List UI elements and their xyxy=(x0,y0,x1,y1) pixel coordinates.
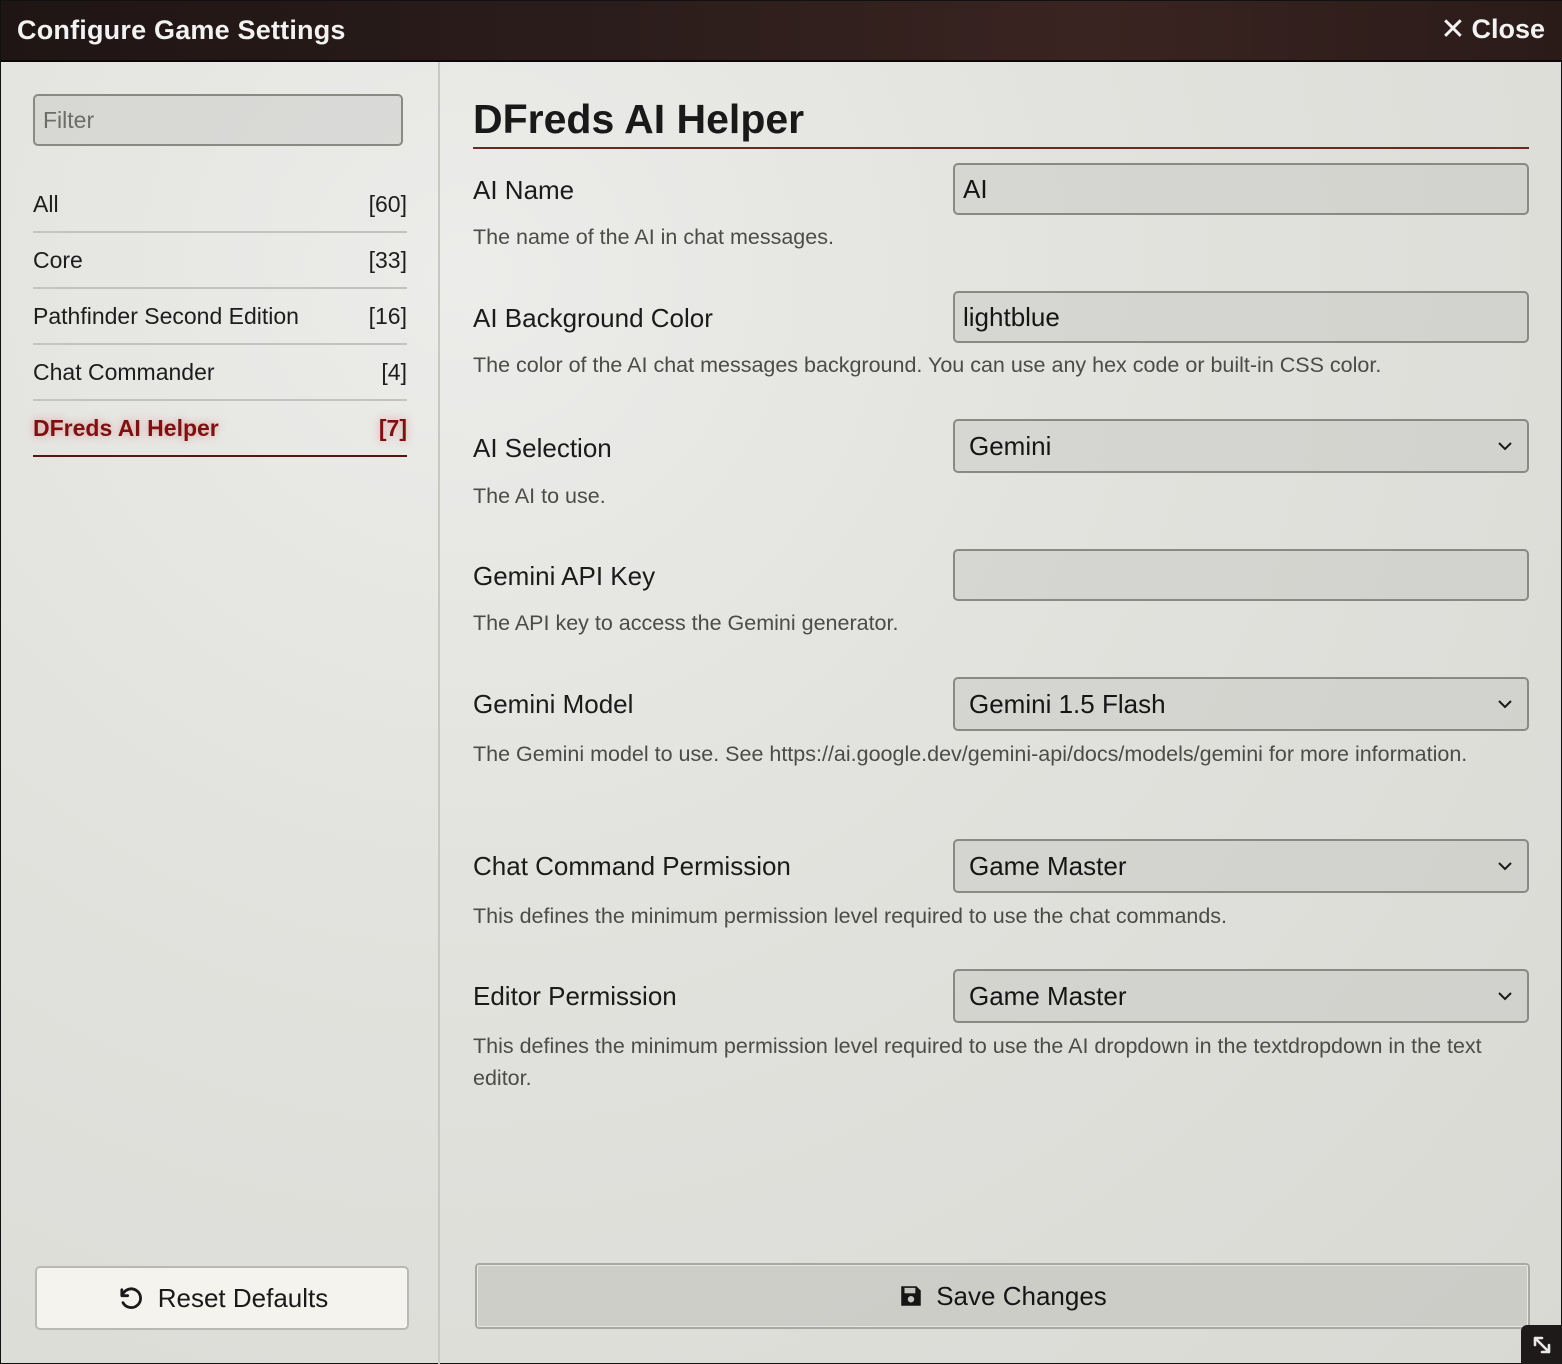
gemini-api-key-input[interactable] xyxy=(953,549,1529,601)
category-label: Chat Commander xyxy=(33,358,215,385)
settings-panel: DFreds AI Helper AI Name The name of the… xyxy=(473,62,1529,1364)
category-item-core[interactable]: Core [33] xyxy=(33,233,407,289)
setting-label: Gemini Model xyxy=(473,689,634,719)
setting-hint: The color of the AI chat messages backgr… xyxy=(473,353,1382,377)
category-count: [7] xyxy=(378,414,407,441)
reset-defaults-button[interactable]: Reset Defaults xyxy=(35,1266,409,1330)
category-item-chat-commander[interactable]: Chat Commander [4] xyxy=(33,345,407,401)
category-count: [4] xyxy=(381,358,407,385)
resize-handle[interactable] xyxy=(1521,1325,1562,1364)
settings-window: Configure Game Settings ✕ Close All [60]… xyxy=(0,0,1562,1364)
setting-hint: This defines the minimum permission leve… xyxy=(473,904,1228,928)
chat-command-permission-select[interactable]: Game Master xyxy=(953,839,1529,893)
sidebar: All [60] Core [33] Pathfinder Second Edi… xyxy=(1,62,440,1364)
setting-hint: This defines the minimum permission leve… xyxy=(473,1034,1482,1090)
save-changes-button[interactable]: Save Changes xyxy=(475,1263,1530,1329)
save-changes-label: Save Changes xyxy=(936,1280,1107,1311)
category-count: [60] xyxy=(368,190,407,217)
floppy-disk-icon xyxy=(901,1286,921,1306)
category-item-all[interactable]: All [60] xyxy=(33,177,407,233)
setting-label: Chat Command Permission xyxy=(473,851,791,881)
ai-name-input[interactable] xyxy=(953,163,1529,215)
select-value: Gemini 1.5 Flash xyxy=(969,688,1166,719)
ai-background-color-input[interactable] xyxy=(953,291,1529,343)
setting-label: AI Background Color xyxy=(473,303,713,333)
category-item-pathfinder-second-edition[interactable]: Pathfinder Second Edition [16] xyxy=(33,289,407,345)
undo-icon xyxy=(120,1287,142,1309)
chevron-down-icon xyxy=(1498,992,1512,1001)
setting-hint: The Gemini model to use. See https://ai.… xyxy=(473,742,1468,766)
setting-hint: The AI to use. xyxy=(473,484,606,508)
window-titlebar[interactable]: Configure Game Settings ✕ Close xyxy=(1,1,1562,62)
setting-label: AI Selection xyxy=(473,433,612,463)
category-label: All xyxy=(33,190,59,217)
select-value: Game Master xyxy=(969,980,1127,1011)
chevron-down-icon xyxy=(1498,862,1512,871)
category-label: Pathfinder Second Edition xyxy=(33,302,299,329)
category-label: DFreds AI Helper xyxy=(33,414,219,441)
editor-permission-select[interactable]: Game Master xyxy=(953,969,1529,1023)
close-button[interactable]: ✕ Close xyxy=(1440,14,1545,45)
setting-hint: The API key to access the Gemini generat… xyxy=(473,611,899,635)
reset-defaults-label: Reset Defaults xyxy=(157,1282,329,1313)
ai-selection-select[interactable]: Gemini xyxy=(953,419,1529,473)
close-label: Close xyxy=(1471,14,1545,44)
category-count: [33] xyxy=(368,246,407,273)
window-title: Configure Game Settings xyxy=(17,15,346,45)
category-list: All [60] Core [33] Pathfinder Second Edi… xyxy=(33,177,407,457)
setting-label: Gemini API Key xyxy=(473,561,656,591)
chevron-down-icon xyxy=(1498,700,1512,709)
resize-handle-icon xyxy=(1533,1336,1551,1354)
select-value: Game Master xyxy=(969,850,1127,881)
select-value: Gemini xyxy=(969,430,1052,461)
page-title: DFreds AI Helper xyxy=(473,96,1529,149)
filter-input[interactable] xyxy=(33,94,403,146)
setting-hint: The name of the AI in chat messages. xyxy=(473,225,834,249)
chevron-down-icon xyxy=(1498,442,1512,451)
category-label: Core xyxy=(33,246,83,273)
setting-label: AI Name xyxy=(473,175,575,205)
gemini-model-select[interactable]: Gemini 1.5 Flash xyxy=(953,677,1529,731)
close-icon: ✕ xyxy=(1440,12,1466,46)
category-count: [16] xyxy=(368,302,407,329)
category-item-dfreds-ai-helper[interactable]: DFreds AI Helper [7] xyxy=(33,401,407,457)
setting-label: Editor Permission xyxy=(473,981,677,1011)
